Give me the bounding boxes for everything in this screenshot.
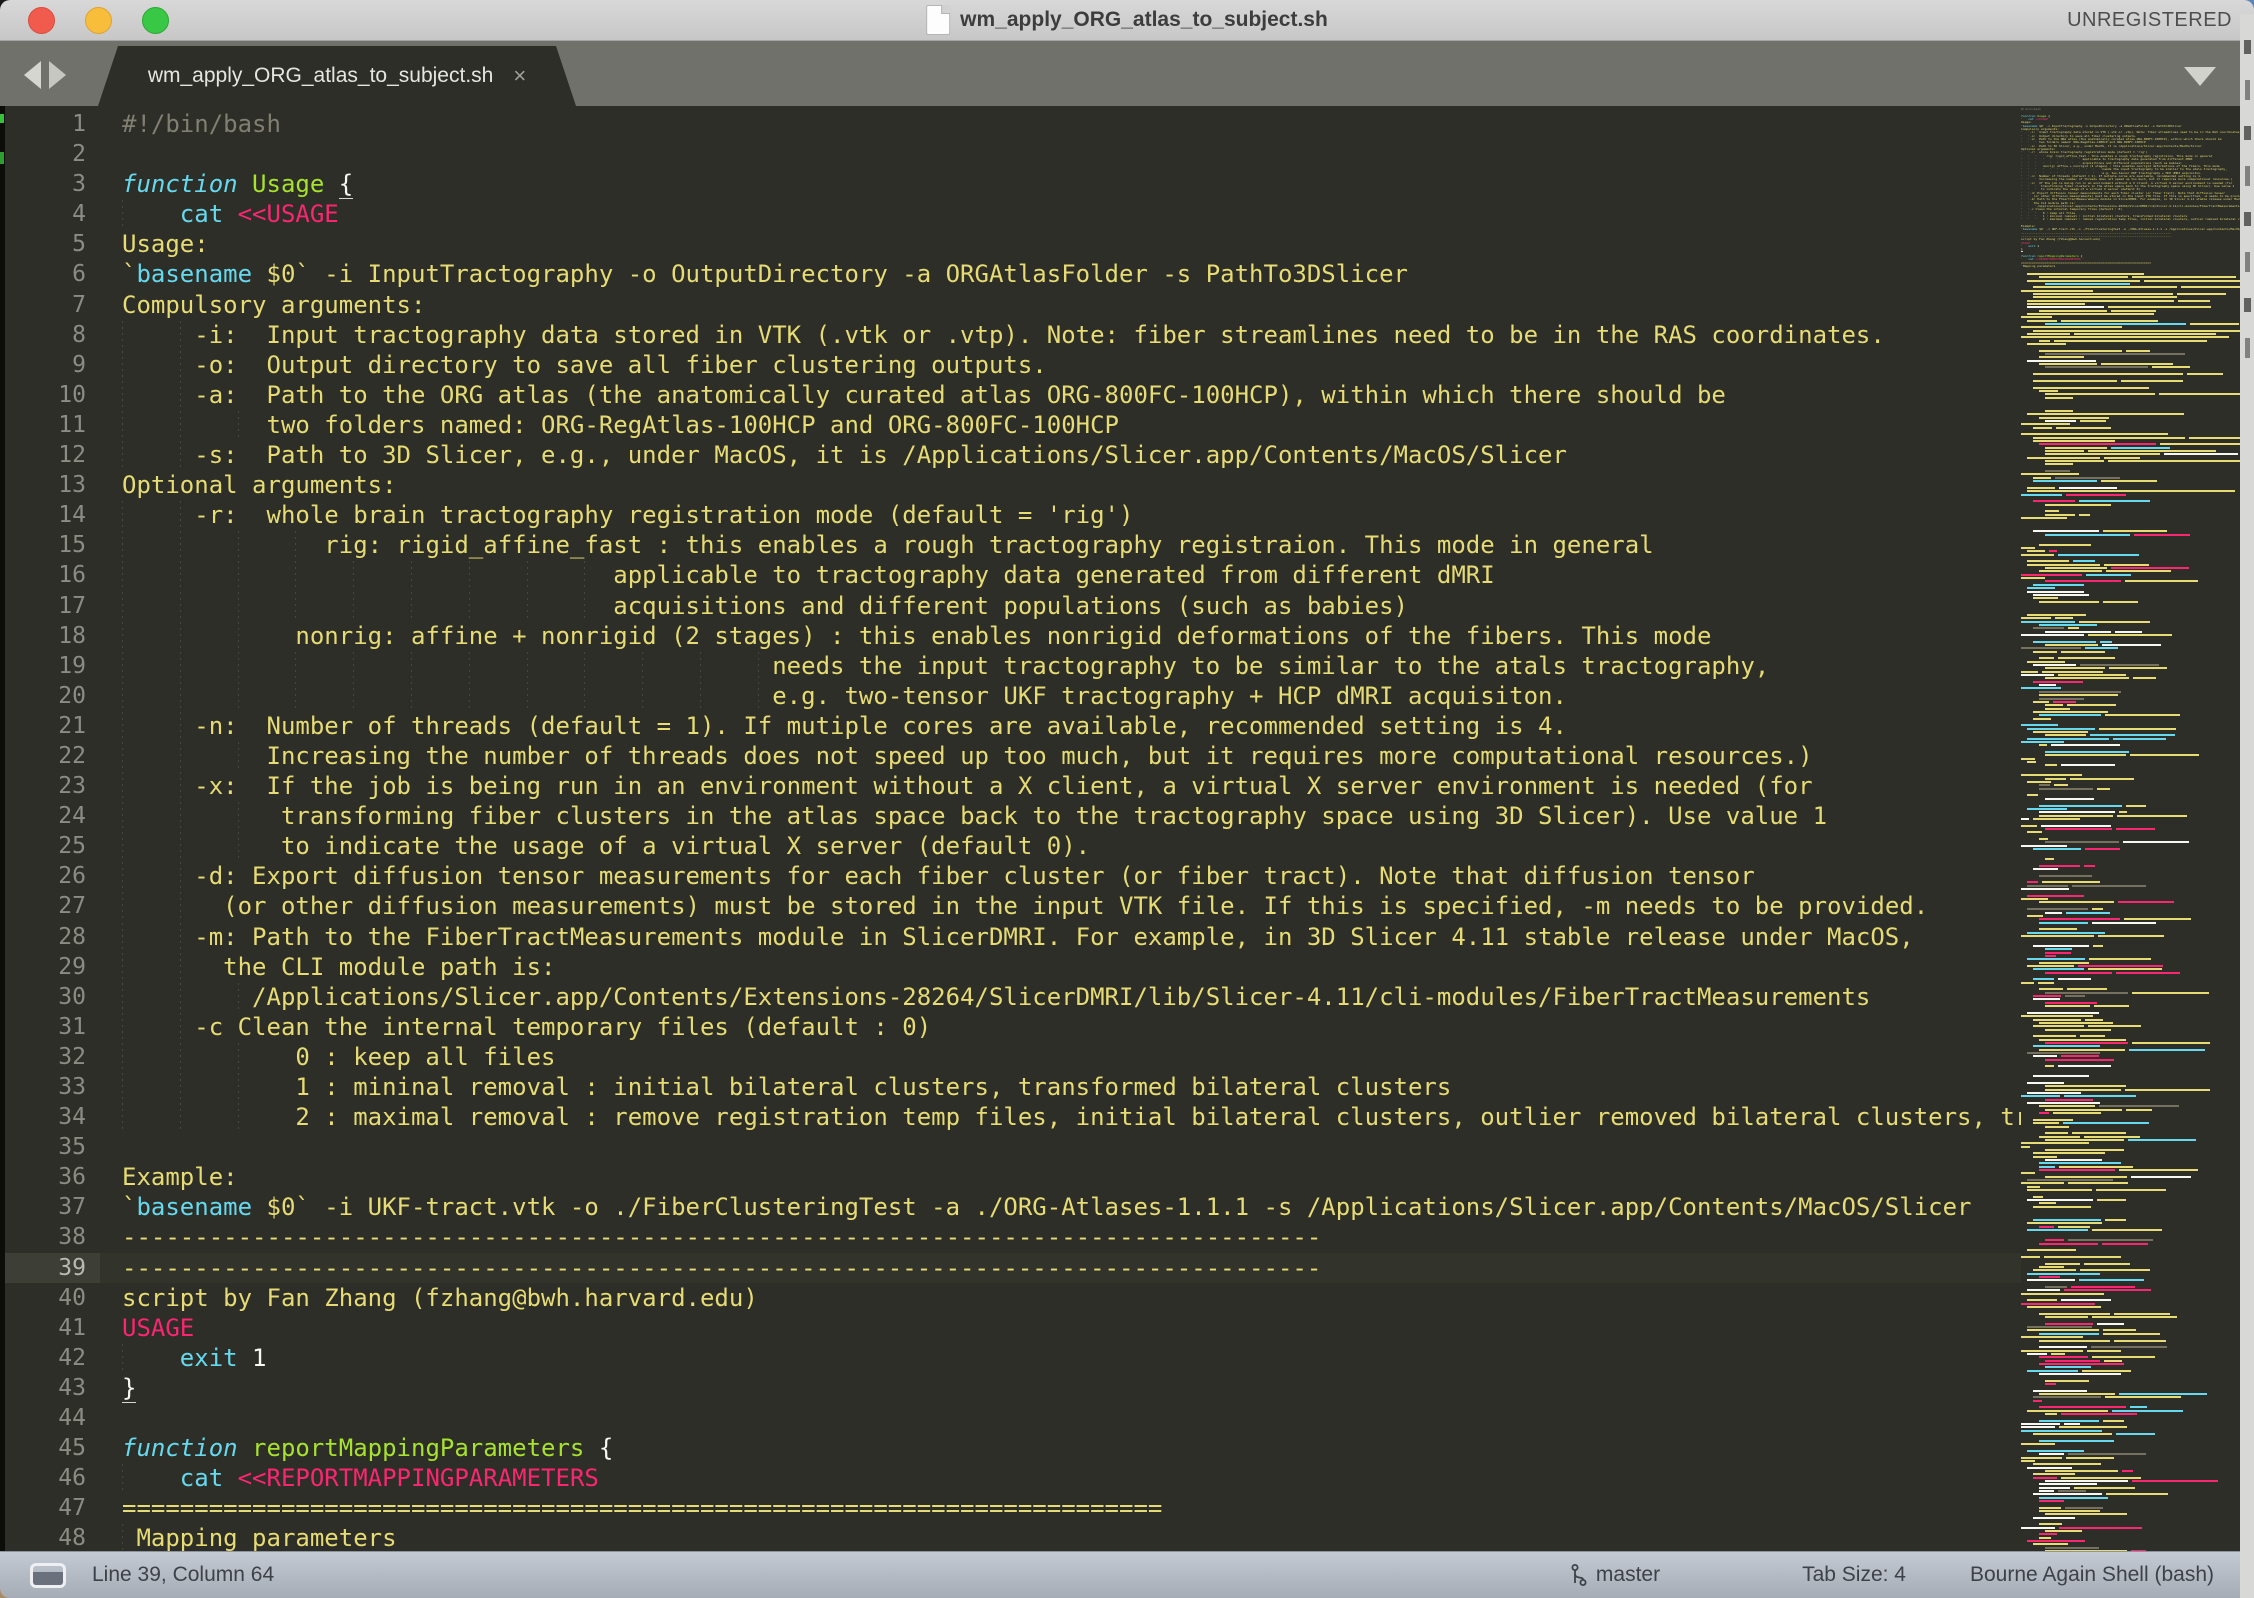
code-line[interactable]: 35	[0, 1132, 2021, 1162]
code-line[interactable]: 12 -s: Path to 3D Slicer, e.g., under Ma…	[0, 440, 2021, 470]
prev-tab-icon[interactable]	[24, 61, 41, 89]
tab-nav-arrows	[24, 61, 66, 89]
code-line[interactable]: 23 -x: If the job is being run in an env…	[0, 771, 2021, 801]
code-line[interactable]: 31 -c Clean the internal temporary files…	[0, 1012, 2021, 1042]
code-line[interactable]: 10 -a: Path to the ORG atlas (the anatom…	[0, 380, 2021, 410]
document-icon	[926, 5, 950, 35]
code-line[interactable]: 36Example:	[0, 1162, 2021, 1192]
code-line[interactable]: 11 two folders named: ORG-RegAtlas-100HC…	[0, 410, 2021, 440]
sublime-window: wm_apply_ORG_atlas_to_subject.sh UNREGIS…	[0, 0, 2254, 1598]
code-line[interactable]: 28 -m: Path to the FiberTractMeasurement…	[0, 922, 2021, 952]
code-line[interactable]: 39--------------------------------------…	[0, 1253, 2021, 1283]
code-pane[interactable]: 1#!/bin/bash23function Usage {4 cat <<US…	[0, 106, 2021, 1551]
code-line[interactable]: 22 Increasing the number of threads does…	[0, 741, 2021, 771]
minimap[interactable]: #!/bin/bashfunction Usage { cat <<USAGEU…	[2021, 106, 2254, 1551]
code-line[interactable]: 15 rig: rigid_affine_fast : this enables…	[0, 530, 2021, 560]
code-line[interactable]: 27 (or other diffusion measurements) mus…	[0, 891, 2021, 921]
status-bar: Line 39, Column 64 master Tab Size: 4 Bo…	[0, 1551, 2254, 1598]
zoom-window-button[interactable]	[142, 7, 169, 34]
code-line[interactable]: 25 to indicate the usage of a virtual X …	[0, 831, 2021, 861]
tab-label: wm_apply_ORG_atlas_to_subject.sh	[148, 64, 494, 88]
minimize-window-button[interactable]	[85, 7, 112, 34]
tab-active[interactable]: wm_apply_ORG_atlas_to_subject.sh ×	[98, 46, 576, 106]
code-line[interactable]: 20 e.g. two-tensor UKF tractography + HC…	[0, 681, 2021, 711]
cursor-position: Line 39, Column 64	[92, 1563, 274, 1587]
code-line[interactable]: 47======================================…	[0, 1493, 2021, 1523]
unregistered-badge: UNREGISTERED	[2067, 9, 2232, 32]
code-line[interactable]: 46 cat <<REPORTMAPPINGPARAMETERS	[0, 1463, 2021, 1493]
code-line[interactable]: 6`basename $0` -i InputTractography -o O…	[0, 259, 2021, 289]
code-line[interactable]: 38--------------------------------------…	[0, 1222, 2021, 1252]
code-line[interactable]: 26 -d: Export diffusion tensor measureme…	[0, 861, 2021, 891]
code-line[interactable]: 34 2 : maximal removal : remove registra…	[0, 1102, 2021, 1132]
code-line[interactable]: 2	[0, 139, 2021, 169]
code-line[interactable]: 3function Usage {	[0, 169, 2021, 199]
code-line[interactable]: 33 1 : mininal removal : initial bilater…	[0, 1072, 2021, 1102]
next-tab-icon[interactable]	[49, 61, 66, 89]
code-line[interactable]: 21 -n: Number of threads (default = 1). …	[0, 711, 2021, 741]
code-line[interactable]: 24 transforming fiber clusters in the at…	[0, 801, 2021, 831]
code-line[interactable]: 7Compulsory arguments:	[0, 290, 2021, 320]
code-line[interactable]: 45function reportMappingParameters {	[0, 1433, 2021, 1463]
background-window-strip	[2240, 14, 2254, 1598]
status-right: master Tab Size: 4 Bourne Again Shell (b…	[1570, 1563, 2254, 1587]
code-line[interactable]: 8 -i: Input tractography data stored in …	[0, 320, 2021, 350]
code-line[interactable]: 30 /Applications/Slicer.app/Contents/Ext…	[0, 982, 2021, 1012]
tab-bar: wm_apply_ORG_atlas_to_subject.sh ×	[0, 41, 2254, 106]
code-line[interactable]: 16 applicable to tractography data gener…	[0, 560, 2021, 590]
code-line[interactable]: 5Usage:	[0, 229, 2021, 259]
code-line[interactable]: 14 -r: whole brain tractography registra…	[0, 500, 2021, 530]
code-line[interactable]: 29 the CLI module path is:	[0, 952, 2021, 982]
code-line[interactable]: 48 Mapping parameters	[0, 1523, 2021, 1551]
status-left: Line 39, Column 64	[30, 1563, 274, 1588]
tab-close-icon[interactable]: ×	[513, 65, 526, 87]
code-line[interactable]: 1#!/bin/bash	[0, 109, 2021, 139]
git-branch-icon	[1570, 1563, 1588, 1587]
traffic-lights	[28, 7, 169, 34]
code-line[interactable]: 19 needs the input tractography to be si…	[0, 651, 2021, 681]
code-line[interactable]: 40script by Fan Zhang (fzhang@bwh.harvar…	[0, 1283, 2021, 1313]
panel-toggle-icon[interactable]	[30, 1563, 66, 1588]
code-line[interactable]: 41USAGE	[0, 1313, 2021, 1343]
title-bar[interactable]: wm_apply_ORG_atlas_to_subject.sh UNREGIS…	[0, 0, 2254, 41]
background-terminal-sliver	[0, 106, 5, 1551]
code-line[interactable]: 32 0 : keep all files	[0, 1042, 2021, 1072]
code-line[interactable]: 13Optional arguments:	[0, 470, 2021, 500]
git-branch-status[interactable]: master	[1570, 1563, 1660, 1587]
code-line[interactable]: 44	[0, 1403, 2021, 1433]
syntax-indicator[interactable]: Bourne Again Shell (bash)	[1970, 1563, 2214, 1587]
code-line[interactable]: 43}	[0, 1373, 2021, 1403]
tab-overflow-dropdown-icon[interactable]	[2184, 67, 2216, 86]
close-window-button[interactable]	[28, 7, 55, 34]
code-line[interactable]: 18 nonrig: affine + nonrigid (2 stages) …	[0, 621, 2021, 651]
code-line[interactable]: 9 -o: Output directory to save all fiber…	[0, 350, 2021, 380]
code-line[interactable]: 17 acquisitions and different population…	[0, 591, 2021, 621]
git-branch-label: master	[1596, 1563, 1660, 1587]
code-line[interactable]: 4 cat <<USAGE	[0, 199, 2021, 229]
code-line[interactable]: 37`basename $0` -i UKF-tract.vtk -o ./Fi…	[0, 1192, 2021, 1222]
code-line[interactable]: 42 exit 1	[0, 1343, 2021, 1373]
tab-size-indicator[interactable]: Tab Size: 4	[1802, 1563, 1906, 1587]
window-title: wm_apply_ORG_atlas_to_subject.sh	[960, 8, 1328, 32]
editor-area: 1#!/bin/bash23function Usage {4 cat <<US…	[0, 106, 2254, 1551]
window-title-group: wm_apply_ORG_atlas_to_subject.sh	[926, 0, 1328, 40]
